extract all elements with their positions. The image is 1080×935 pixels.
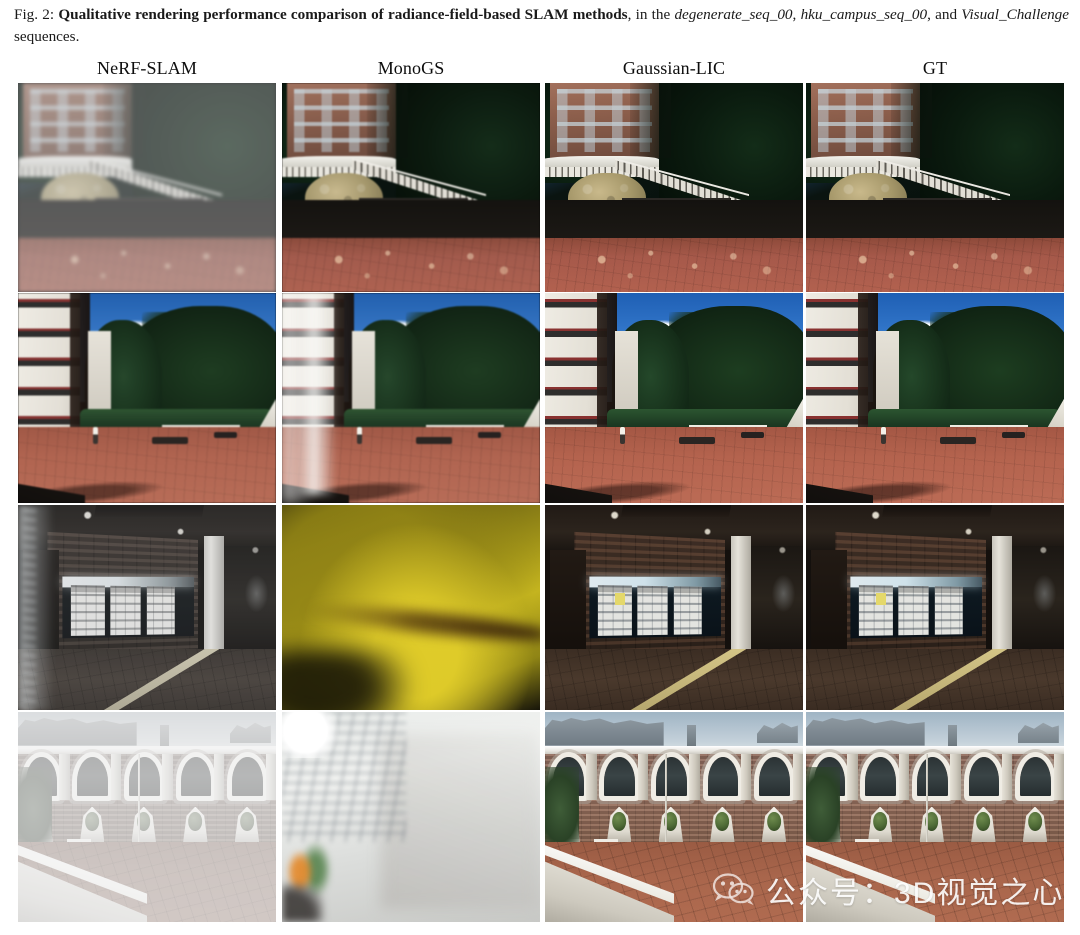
scene-render-failure bbox=[282, 505, 540, 710]
image-cell-row4-nerf-slam bbox=[18, 712, 276, 922]
render-artifact-haze bbox=[18, 83, 276, 292]
image-cell-row4-gaussian-lic bbox=[545, 712, 803, 922]
render-artifact-washout bbox=[18, 712, 276, 922]
arch-row bbox=[545, 754, 803, 801]
image-cell-row4-monogs bbox=[282, 712, 540, 922]
image-cell-row2-nerf-slam bbox=[18, 293, 276, 503]
niche-row bbox=[806, 806, 1064, 843]
image-cell-row4-gt bbox=[806, 712, 1064, 922]
image-cell-row1-gaussian-lic bbox=[545, 83, 803, 292]
arch-row bbox=[806, 754, 1064, 801]
image-cell-row3-gt bbox=[806, 505, 1064, 710]
scene-render bbox=[282, 293, 540, 503]
figure-page: Fig. 2: Qualitative rendering performanc… bbox=[0, 0, 1080, 935]
scene-render bbox=[806, 712, 1064, 922]
image-cell-row1-nerf-slam bbox=[18, 83, 276, 292]
image-cell-row2-monogs bbox=[282, 293, 540, 503]
scene-render bbox=[806, 505, 1064, 710]
scene-render bbox=[806, 83, 1064, 292]
image-cell-row1-monogs bbox=[282, 83, 540, 292]
image-cell-row2-gt bbox=[806, 293, 1064, 503]
scene-render-failure bbox=[282, 712, 540, 922]
scene-render bbox=[545, 712, 803, 922]
scene-render bbox=[545, 505, 803, 710]
scene-render bbox=[806, 293, 1064, 503]
image-cell-row3-nerf-slam bbox=[18, 505, 276, 710]
scene-render bbox=[282, 83, 540, 292]
scene-render bbox=[18, 505, 276, 710]
image-cell-row2-gaussian-lic bbox=[545, 293, 803, 503]
image-cell-row1-gt bbox=[806, 83, 1064, 292]
scene-render bbox=[18, 293, 276, 503]
comparison-image-grid bbox=[0, 0, 1080, 935]
niche-row bbox=[545, 806, 803, 843]
image-cell-row3-monogs bbox=[282, 505, 540, 710]
image-cell-row3-gaussian-lic bbox=[545, 505, 803, 710]
scene-render bbox=[545, 293, 803, 503]
scene-render bbox=[545, 83, 803, 292]
